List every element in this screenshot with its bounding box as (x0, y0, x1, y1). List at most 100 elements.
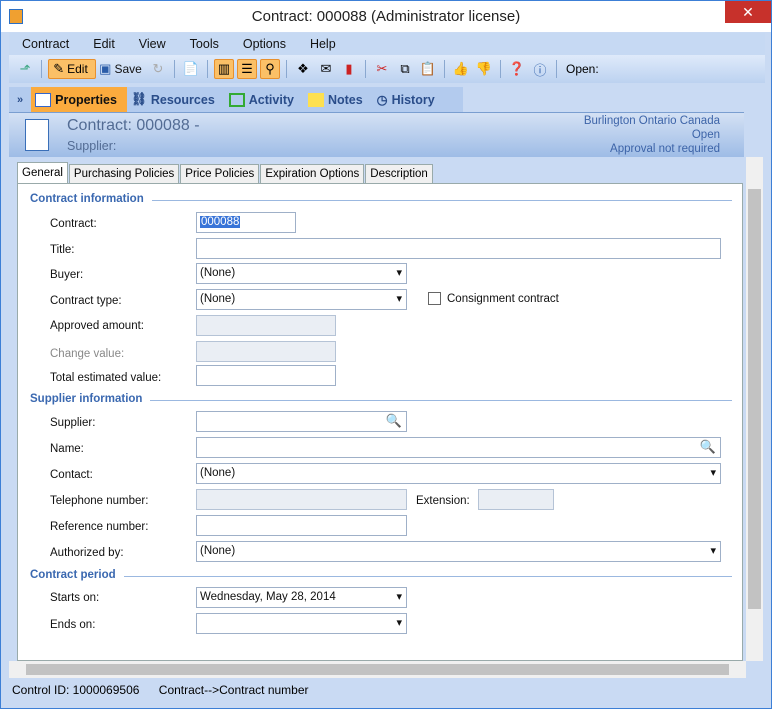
nav-properties[interactable]: Properties (31, 87, 127, 112)
menu-tools[interactable]: Tools (177, 37, 230, 51)
supplier-label: Supplier: (50, 417, 96, 429)
contract-number-value: 000088 (200, 216, 241, 228)
field-path: Contract-->Contract number (158, 683, 309, 697)
notes-icon (307, 92, 324, 107)
save-button[interactable]: ▣ Save (99, 59, 145, 79)
control-id: Control ID: 1000069506 (12, 683, 140, 697)
attach-icon[interactable]: ✉ (316, 59, 336, 79)
nav-label: Properties (55, 92, 117, 107)
contract-number-field[interactable]: 000088 (196, 212, 296, 233)
contract-label: Contract: (50, 218, 97, 230)
properties-icon (35, 92, 52, 107)
contract-document-icon (25, 119, 49, 151)
edit-button[interactable]: ✎ Edit (48, 59, 96, 79)
paste-icon[interactable]: 📋 (418, 59, 438, 79)
refresh-icon[interactable]: ↻ (148, 59, 168, 79)
approved-amount-label: Approved amount: (50, 320, 144, 332)
buyer-dropdown[interactable]: (None) (196, 263, 407, 284)
record-supplier: Supplier: (67, 139, 117, 153)
nav-history[interactable]: ◷ History (373, 87, 445, 112)
reference-number-label: Reference number: (50, 521, 149, 533)
record-title: Contract: 000088 - (67, 117, 200, 134)
new-icon[interactable]: 📄 (181, 59, 201, 79)
layout-icon[interactable]: ▥ (214, 59, 234, 79)
toolbar: ⬏ ✎ Edit ▣ Save ↻ 📄 ▥ ☰ ⚲ ❖ ✉ ▮ ✂ ⧉ 📋 👍 👎 … (9, 55, 765, 83)
record-status: Open (691, 129, 720, 141)
consignment-checkbox[interactable] (428, 292, 441, 305)
approval-status: Approval not required (610, 143, 720, 155)
tab-purchasing-policies[interactable]: Purchasing Policies (68, 164, 180, 184)
tab-strip: General Purchasing Policies Price Polici… (17, 162, 434, 184)
nav-label: Notes (327, 92, 363, 107)
menu-view[interactable]: View (126, 37, 177, 51)
thumbs-up-icon[interactable]: 👍 (451, 59, 471, 79)
extension-field (478, 489, 554, 510)
section-contract-information: Contract information (30, 193, 144, 205)
app-icon (9, 9, 23, 24)
total-estimated-label: Total estimated value: (50, 372, 162, 384)
vertical-scroll-thumb[interactable] (748, 189, 761, 609)
window-title: Contract: 000088 (Administrator license) (251, 8, 521, 25)
menu-edit[interactable]: Edit (80, 37, 126, 51)
general-panel: Contract information Contract: 000088 Ti… (17, 183, 743, 661)
edit-label: Edit (67, 62, 88, 76)
starts-on-datepicker[interactable]: Wednesday, May 28, 2014 (196, 587, 407, 608)
list-icon[interactable]: ☰ (237, 59, 257, 79)
total-estimated-field[interactable] (196, 365, 336, 386)
contact-dropdown[interactable]: (None) (196, 463, 721, 484)
tab-description[interactable]: Description (365, 164, 433, 184)
nav-activity[interactable]: Activity (225, 87, 304, 112)
collapse-icon[interactable]: » (9, 94, 31, 106)
authorized-by-label: Authorized by: (50, 547, 124, 559)
horizontal-scroll-thumb[interactable] (26, 664, 729, 675)
name-field[interactable]: 🔍 (196, 437, 721, 458)
ends-on-datepicker[interactable] (196, 613, 407, 634)
telephone-label: Telephone number: (50, 495, 149, 507)
contract-type-dropdown[interactable]: (None) (196, 289, 407, 310)
location: Burlington Ontario Canada (583, 115, 720, 127)
reference-number-field[interactable] (196, 515, 407, 536)
consignment-label: Consignment contract (447, 293, 559, 305)
record-header: Contract: 000088 - Supplier: Burlington … (9, 112, 744, 157)
supplier-field[interactable]: 🔍 (196, 411, 407, 432)
help-icon[interactable]: ❓ (507, 59, 527, 79)
ends-on-label: Ends on: (50, 619, 96, 631)
contract-window: Contract: 000088 (Administrator license)… (0, 0, 772, 709)
horizontal-scrollbar[interactable] (9, 661, 746, 678)
tab-general[interactable]: General (17, 162, 68, 184)
find-icon[interactable]: ⚲ (260, 59, 280, 79)
copy-icon[interactable]: ⧉ (395, 59, 415, 79)
menu-options[interactable]: Options (230, 37, 297, 51)
search-icon[interactable]: 🔍 (386, 413, 402, 429)
nav-resources[interactable]: ⛓ Resources (127, 87, 225, 112)
contract-type-label: Contract type: (50, 295, 122, 307)
contact-label: Contact: (50, 469, 93, 481)
bookmark-icon[interactable]: ▮ (339, 59, 359, 79)
open-label: Open: (566, 62, 599, 76)
tab-price-policies[interactable]: Price Policies (180, 164, 260, 184)
exit-icon[interactable]: ⬏ (15, 59, 35, 79)
nav-label: Resources (150, 92, 215, 107)
history-icon: ◷ (376, 93, 388, 107)
thumbs-down-icon[interactable]: 👎 (474, 59, 494, 79)
authorized-by-dropdown[interactable]: (None) (196, 541, 721, 562)
change-value-label: Change value: (50, 348, 125, 360)
menu-help[interactable]: Help (297, 37, 347, 51)
info-icon[interactable]: ⓘ (530, 59, 550, 79)
vertical-scrollbar[interactable] (746, 157, 763, 661)
close-button[interactable]: ✕ (725, 1, 771, 23)
windows-icon[interactable]: ❖ (293, 59, 313, 79)
search-icon[interactable]: 🔍 (700, 439, 716, 455)
title-label: Title: (50, 244, 75, 256)
section-supplier-information: Supplier information (30, 393, 143, 405)
change-value-field (196, 341, 336, 362)
nav-label: Activity (248, 92, 294, 107)
title-bar: Contract: 000088 (Administrator license)… (1, 1, 771, 32)
section-contract-period: Contract period (30, 569, 116, 581)
nav-notes[interactable]: Notes (304, 87, 373, 112)
title-field[interactable] (196, 238, 721, 259)
cut-icon[interactable]: ✂ (372, 59, 392, 79)
menu-contract[interactable]: Contract (9, 37, 80, 51)
approved-amount-field (196, 315, 336, 336)
tab-expiration-options[interactable]: Expiration Options (260, 164, 365, 184)
